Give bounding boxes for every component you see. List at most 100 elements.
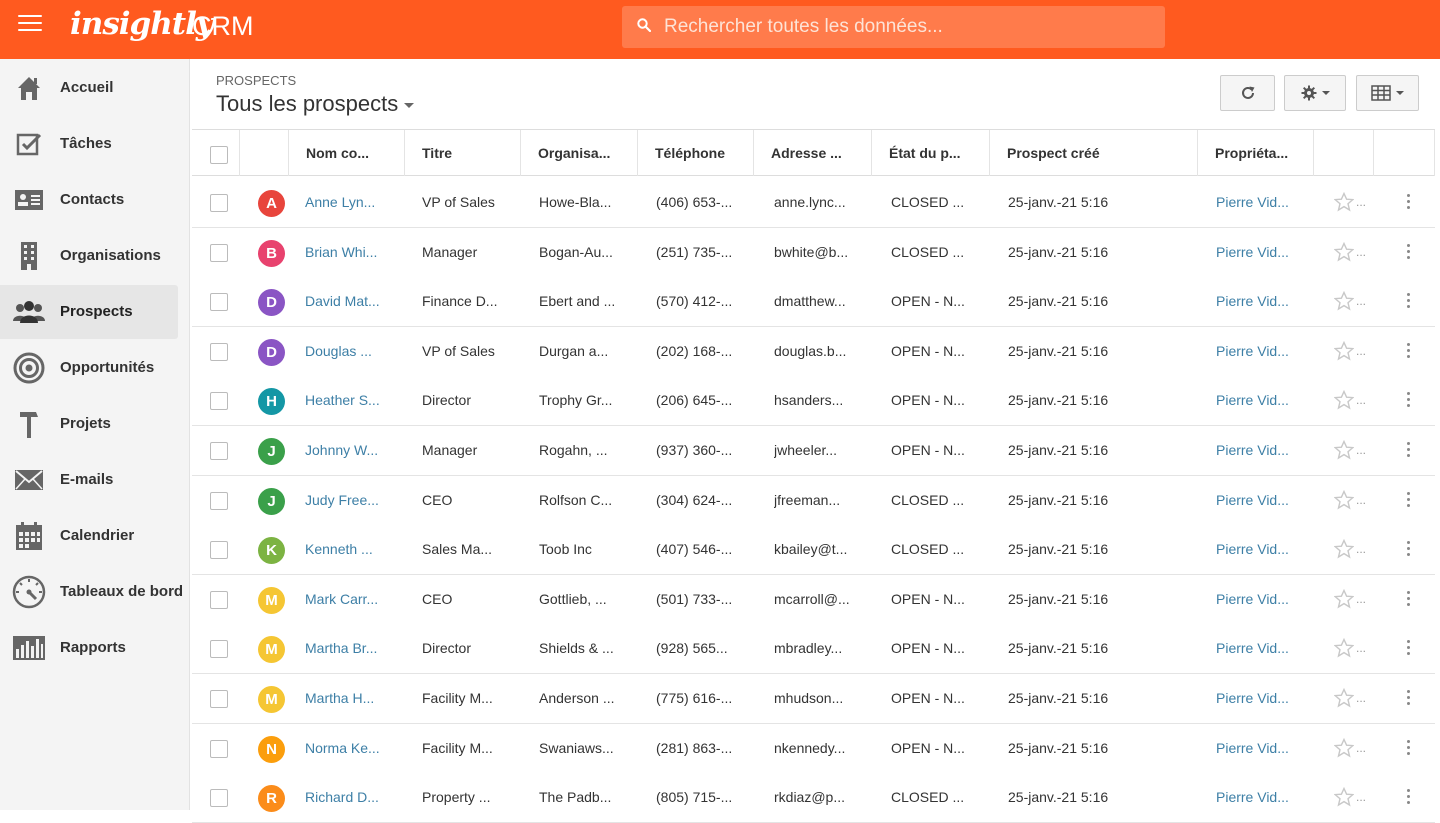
star-icon[interactable] bbox=[1334, 192, 1354, 212]
cell-owner[interactable]: Pierre Vid... bbox=[1216, 575, 1328, 624]
sidebar-item-projets[interactable]: Projets bbox=[0, 397, 178, 451]
row-checkbox[interactable] bbox=[210, 293, 228, 312]
table-row[interactable]: J Johnny W... Manager Rogahn, ... (937) 360-… bbox=[192, 426, 1435, 476]
sidebar-item-accueil[interactable]: Accueil bbox=[0, 61, 178, 115]
hamburger-menu-icon[interactable] bbox=[18, 15, 42, 33]
sidebar-item-opportunit-s[interactable]: Opportunités bbox=[0, 341, 178, 395]
columns-dropdown-button[interactable] bbox=[1356, 75, 1419, 111]
sidebar-item-e-mails[interactable]: E-mails bbox=[0, 453, 178, 507]
cell-contact-name[interactable]: David Mat... bbox=[305, 277, 417, 326]
table-row[interactable]: M Martha H... Facility M... Anderson ... (77… bbox=[192, 674, 1435, 724]
sidebar-item-calendrier[interactable]: Calendrier bbox=[0, 509, 178, 563]
star-icon[interactable] bbox=[1334, 737, 1354, 758]
table-row[interactable]: M Mark Carr... CEO Gottlieb, ... (501) 733-.… bbox=[192, 574, 1435, 625]
row-menu-icon[interactable] bbox=[1402, 392, 1414, 410]
column-header-contact-name[interactable]: Nom co... bbox=[289, 130, 405, 176]
star-icon[interactable] bbox=[1334, 390, 1354, 410]
column-header-organisation[interactable]: Organisa... bbox=[521, 130, 638, 176]
cell-owner[interactable]: Pierre Vid... bbox=[1216, 525, 1328, 574]
cell-owner[interactable]: Pierre Vid... bbox=[1216, 376, 1328, 425]
row-menu-icon[interactable] bbox=[1402, 194, 1414, 212]
row-checkbox[interactable] bbox=[210, 690, 228, 708]
cell-contact-name[interactable]: Judy Free... bbox=[305, 476, 417, 525]
row-checkbox[interactable] bbox=[210, 590, 228, 609]
table-row[interactable]: K Kenneth ... Sales Ma... Toob Inc (407) 546… bbox=[192, 525, 1435, 576]
table-row[interactable]: N Norma Ke... Facility M... Swaniaws... (281… bbox=[192, 723, 1435, 774]
star-icon[interactable] bbox=[1334, 241, 1354, 262]
view-selector[interactable]: Tous les prospects bbox=[216, 91, 415, 117]
sidebar-item-organisations[interactable]: Organisations bbox=[0, 229, 178, 283]
cell-contact-name[interactable]: Richard D... bbox=[305, 773, 417, 822]
table-row[interactable]: D Douglas ... VP of Sales Durgan a... (202) … bbox=[192, 326, 1435, 377]
sidebar-item-rapports[interactable]: Rapports bbox=[0, 621, 178, 675]
row-checkbox[interactable] bbox=[210, 789, 228, 808]
star-icon[interactable] bbox=[1334, 787, 1354, 807]
breadcrumb[interactable]: PROSPECTS bbox=[216, 73, 296, 88]
table-row[interactable]: M Martha Br... Director Shields & ... (928) … bbox=[192, 624, 1435, 675]
search-input[interactable] bbox=[664, 6, 1154, 48]
row-menu-icon[interactable] bbox=[1402, 789, 1414, 807]
row-checkbox[interactable] bbox=[210, 392, 228, 411]
cell-owner[interactable]: Pierre Vid... bbox=[1216, 327, 1328, 376]
star-icon[interactable] bbox=[1334, 440, 1354, 460]
cell-owner[interactable]: Pierre Vid... bbox=[1216, 724, 1328, 773]
table-row[interactable]: B Brian Whi... Manager Bogan-Au... (251) 735… bbox=[192, 227, 1435, 278]
cell-contact-name[interactable]: Martha H... bbox=[305, 674, 417, 723]
cell-owner[interactable]: Pierre Vid... bbox=[1216, 674, 1328, 723]
cell-owner[interactable]: Pierre Vid... bbox=[1216, 426, 1328, 475]
column-header-created-date[interactable]: Prospect créé bbox=[990, 130, 1198, 176]
cell-contact-name[interactable]: Norma Ke... bbox=[305, 724, 417, 773]
row-menu-icon[interactable] bbox=[1402, 243, 1414, 262]
sidebar-item-prospects[interactable]: Prospects bbox=[0, 285, 178, 339]
table-row[interactable]: D David Mat... Finance D... Ebert and ... (5… bbox=[192, 277, 1435, 328]
row-menu-icon[interactable] bbox=[1402, 442, 1414, 460]
row-menu-icon[interactable] bbox=[1402, 590, 1414, 609]
row-menu-icon[interactable] bbox=[1402, 342, 1414, 361]
column-header-owner[interactable]: Propriéta... bbox=[1198, 130, 1314, 176]
cell-contact-name[interactable]: Brian Whi... bbox=[305, 228, 417, 277]
cell-contact-name[interactable]: Anne Lyn... bbox=[305, 178, 417, 227]
cell-owner[interactable]: Pierre Vid... bbox=[1216, 228, 1328, 277]
settings-dropdown-button[interactable] bbox=[1284, 75, 1346, 111]
cell-contact-name[interactable]: Kenneth ... bbox=[305, 525, 417, 574]
row-checkbox[interactable] bbox=[210, 243, 228, 262]
cell-owner[interactable]: Pierre Vid... bbox=[1216, 178, 1328, 227]
star-icon[interactable] bbox=[1334, 638, 1354, 658]
row-checkbox[interactable] bbox=[210, 541, 228, 560]
column-header-phone[interactable]: Téléphone bbox=[638, 130, 754, 176]
row-checkbox[interactable] bbox=[210, 342, 228, 361]
table-row[interactable]: R Richard D... Property ... The Padb... (805… bbox=[192, 773, 1435, 823]
row-menu-icon[interactable] bbox=[1402, 491, 1414, 510]
sidebar-item-tableaux-de-bord[interactable]: Tableaux de bord bbox=[0, 565, 183, 619]
cell-contact-name[interactable]: Douglas ... bbox=[305, 327, 417, 376]
row-menu-icon[interactable] bbox=[1402, 541, 1414, 559]
star-icon[interactable] bbox=[1334, 588, 1354, 609]
row-checkbox[interactable] bbox=[210, 194, 228, 212]
star-icon[interactable] bbox=[1334, 489, 1354, 510]
cell-contact-name[interactable]: Mark Carr... bbox=[305, 575, 417, 624]
row-checkbox[interactable] bbox=[210, 442, 228, 460]
cell-owner[interactable]: Pierre Vid... bbox=[1216, 773, 1328, 822]
star-icon[interactable] bbox=[1334, 291, 1354, 311]
column-header-status[interactable]: État du p... bbox=[872, 130, 990, 176]
cell-owner[interactable]: Pierre Vid... bbox=[1216, 476, 1328, 525]
row-checkbox[interactable] bbox=[210, 491, 228, 510]
table-row[interactable]: J Judy Free... CEO Rolfson C... (304) 624-..… bbox=[192, 475, 1435, 526]
table-row[interactable]: H Heather S... Director Trophy Gr... (206) 6… bbox=[192, 376, 1435, 427]
row-menu-icon[interactable] bbox=[1402, 739, 1414, 758]
table-row[interactable]: A Anne Lyn... VP of Sales Howe-Bla... (406) … bbox=[192, 178, 1435, 228]
cell-owner[interactable]: Pierre Vid... bbox=[1216, 277, 1328, 326]
row-checkbox[interactable] bbox=[210, 640, 228, 659]
star-icon[interactable] bbox=[1334, 340, 1354, 361]
cell-contact-name[interactable]: Heather S... bbox=[305, 376, 417, 425]
row-checkbox[interactable] bbox=[210, 739, 228, 758]
row-menu-icon[interactable] bbox=[1402, 293, 1414, 311]
cell-contact-name[interactable]: Martha Br... bbox=[305, 624, 417, 673]
cell-owner[interactable]: Pierre Vid... bbox=[1216, 624, 1328, 673]
star-icon[interactable] bbox=[1334, 688, 1354, 708]
star-icon[interactable] bbox=[1334, 539, 1354, 559]
column-header-title[interactable]: Titre bbox=[405, 130, 521, 176]
row-menu-icon[interactable] bbox=[1402, 690, 1414, 708]
cell-contact-name[interactable]: Johnny W... bbox=[305, 426, 417, 475]
sidebar-item-contacts[interactable]: Contacts bbox=[0, 173, 178, 227]
